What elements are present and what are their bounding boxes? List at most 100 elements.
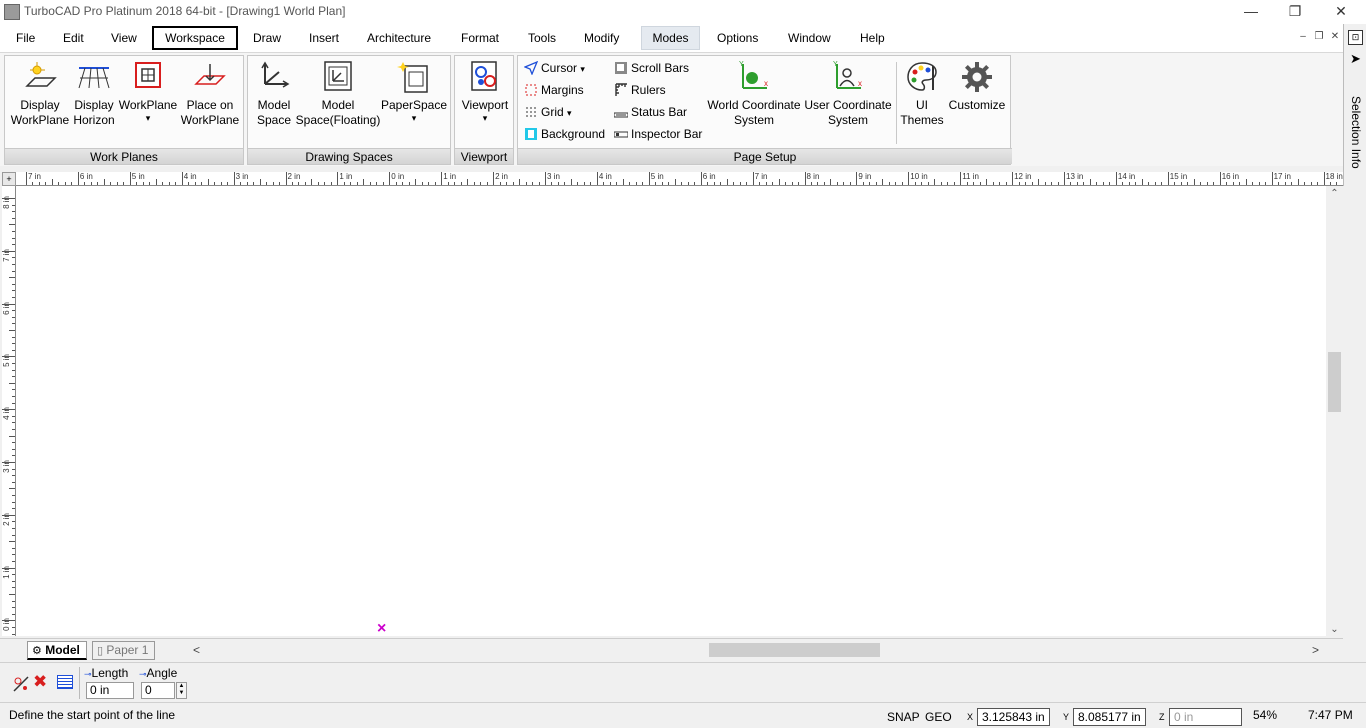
length-input[interactable]: 0 in <box>86 682 134 699</box>
ruler-tick <box>162 182 164 185</box>
close-button[interactable]: ✕ <box>1318 0 1364 24</box>
model-space-floating-button[interactable]: Model Space(Floating) <box>294 60 382 128</box>
ruler-tick <box>538 182 540 185</box>
menu-format[interactable]: Format <box>455 26 505 50</box>
ruler-tick-label: 7 in <box>754 172 768 181</box>
ui-themes-button[interactable]: UI Themes <box>900 60 944 128</box>
menu-help[interactable]: Help <box>854 26 891 50</box>
ruler-tick <box>58 182 60 185</box>
ruler-tick-label: 4 in <box>183 172 197 181</box>
menu-insert[interactable]: Insert <box>303 26 345 50</box>
margins-button[interactable]: Margins <box>524 80 584 100</box>
scroll-up-arrow[interactable]: ⌃ <box>1326 188 1343 199</box>
ruler-tick <box>642 182 644 185</box>
scroll-down-arrow[interactable]: ⌄ <box>1326 624 1343 635</box>
ruler-tick <box>622 179 624 185</box>
ruler-tick <box>12 627 15 628</box>
angle-label: ⊸Angle <box>139 666 177 680</box>
customize-button[interactable]: Customize <box>946 60 1008 113</box>
display-workplane-button[interactable]: Display WorkPlane <box>7 60 73 128</box>
scroll-left-arrow[interactable]: < <box>193 643 200 657</box>
ruler-tick <box>668 182 670 185</box>
ruler-tick <box>810 182 812 185</box>
menu-draw[interactable]: Draw <box>247 26 287 50</box>
ruler-tick-label: 17 in <box>1273 172 1291 181</box>
workplane-button[interactable]: WorkPlane ▾ <box>117 60 179 123</box>
y-coordinate-field[interactable]: 8.085177 in <box>1073 708 1146 726</box>
tab-model[interactable]: ⚙ Model <box>27 641 87 660</box>
menu-architecture[interactable]: Architecture <box>361 26 437 50</box>
viewport-button[interactable]: Viewport ▾ <box>457 60 513 123</box>
cursor-button[interactable]: Cursor ▾ <box>524 58 585 78</box>
menu-options[interactable]: Options <box>711 26 764 50</box>
mdi-close-button[interactable]: ✕ <box>1328 30 1342 44</box>
ruler-tick <box>1089 179 1091 185</box>
minimize-button[interactable]: — <box>1228 0 1274 24</box>
ruler-tick <box>2 514 15 516</box>
ruler-tick <box>1232 182 1234 185</box>
restore-button[interactable]: ❐ <box>1272 0 1318 24</box>
ruler-tick <box>1323 172 1325 185</box>
x-coordinate-field[interactable]: 3.125843 in <box>977 708 1050 726</box>
ruler-tick-label: 2 in <box>495 172 508 181</box>
status-bar-icon <box>614 112 628 118</box>
mdi-minimize-button[interactable]: – <box>1296 30 1310 44</box>
menu-edit[interactable]: Edit <box>57 26 90 50</box>
line-tool-icon[interactable] <box>11 674 31 694</box>
world-coordinate-system-button[interactable]: Y x World Coordinate System <box>704 60 804 128</box>
scroll-bars-button[interactable]: Scroll Bars <box>614 58 689 78</box>
place-on-workplane-button[interactable]: Place on WorkPlane <box>177 60 243 128</box>
ruler-corner[interactable]: + <box>2 172 16 186</box>
mdi-restore-button[interactable]: ❐ <box>1312 30 1326 44</box>
menu-modify[interactable]: Modify <box>578 26 625 50</box>
menu-view[interactable]: View <box>105 26 143 50</box>
background-button[interactable]: Background <box>524 124 605 144</box>
table-icon[interactable] <box>57 675 73 689</box>
vertical-scroll-thumb[interactable] <box>1328 352 1341 412</box>
group-label-work-planes: Work Planes <box>5 148 243 164</box>
geo-toggle[interactable]: GEO <box>925 710 952 724</box>
vertical-scrollbar[interactable] <box>1326 186 1343 638</box>
lock-icon: ⊸ <box>84 669 92 679</box>
menu-workspace[interactable]: Workspace <box>152 26 238 50</box>
ruler-tick <box>1278 182 1280 185</box>
snap-toggle[interactable]: SNAP <box>887 710 920 724</box>
selection-info-panel-tab[interactable]: ⊡ ➤ Selection Info <box>1343 24 1366 186</box>
model-space-button[interactable]: Model Space <box>252 60 296 128</box>
ruler-tick <box>823 182 825 185</box>
tab-paper-1[interactable]: ▯ Paper 1 <box>92 641 156 660</box>
ruler-tick <box>694 182 696 185</box>
ruler-tick <box>700 172 702 185</box>
angle-spinner[interactable]: ▲ ▼ <box>176 682 187 699</box>
app-icon <box>4 4 20 20</box>
ruler-tick-label: 15 in <box>1169 172 1188 181</box>
angle-input[interactable]: 0 <box>141 682 175 699</box>
z-coordinate-field[interactable]: 0 in <box>1169 708 1242 726</box>
ruler-tick <box>2 620 15 622</box>
display-workplane-label: Display WorkPlane <box>10 98 70 127</box>
drawing-canvas[interactable]: × <box>16 186 1326 637</box>
ruler-tick <box>175 182 177 185</box>
chevron-down-icon: ▾ <box>145 113 151 123</box>
status-bar-button[interactable]: Status Bar <box>614 102 687 122</box>
menu-tools[interactable]: Tools <box>522 26 562 50</box>
user-coordinate-system-button[interactable]: Y x User Coordinate System <box>802 60 894 128</box>
menu-file[interactable]: File <box>10 26 41 50</box>
inspector-bar-button[interactable]: Inspector Bar <box>614 124 702 144</box>
horizontal-scroll-thumb[interactable] <box>709 643 880 657</box>
divider <box>79 667 80 699</box>
rulers-button[interactable]: Rulers <box>614 80 666 100</box>
ruler-tick <box>266 182 268 185</box>
grid-button[interactable]: Grid ▾ <box>524 102 572 122</box>
ruler-tick <box>12 561 15 562</box>
display-horizon-button[interactable]: Display Horizon <box>69 60 119 128</box>
paperspace-button[interactable]: PaperSpace ▾ <box>380 60 448 123</box>
menu-window[interactable]: Window <box>782 26 837 50</box>
palette-icon <box>907 62 937 91</box>
ruler-tick <box>214 182 216 185</box>
menu-modes[interactable]: Modes <box>641 26 700 50</box>
margins-icon <box>525 84 537 96</box>
cancel-icon[interactable]: ✖ <box>33 672 47 692</box>
scroll-right-arrow[interactable]: > <box>1312 643 1319 657</box>
pin-icon[interactable]: ⊡ <box>1348 30 1363 45</box>
